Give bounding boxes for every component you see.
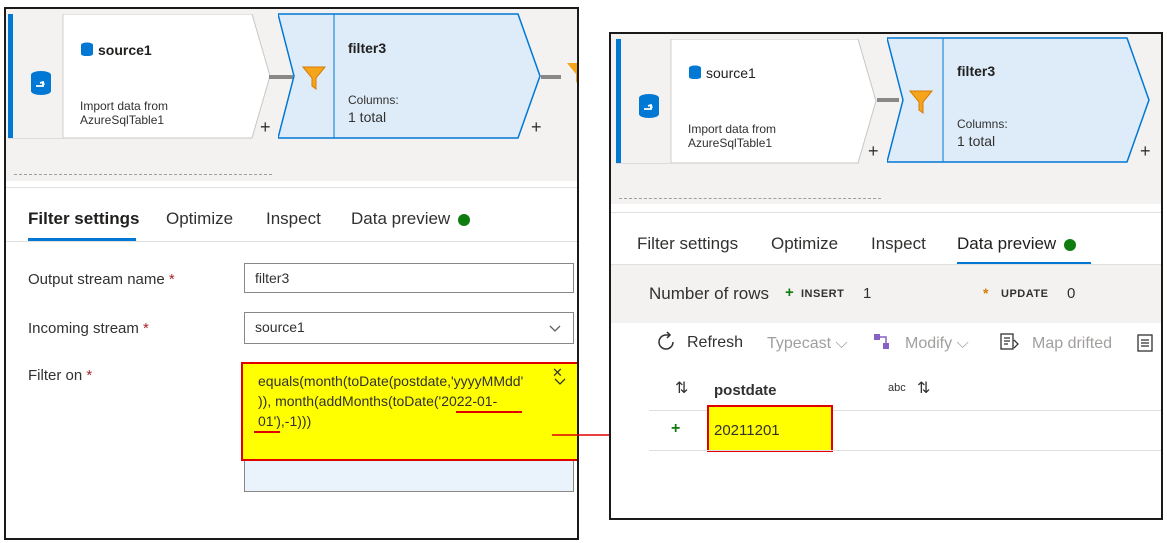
map-drifted-button[interactable]: Map drifted: [1032, 335, 1112, 353]
add-after-source-button[interactable]: +: [260, 117, 271, 138]
modify-icon: [873, 333, 891, 356]
tab-data-preview-label: Data preview: [957, 234, 1057, 253]
tab-optimize[interactable]: Optimize: [166, 209, 233, 229]
source1-node[interactable]: source1 Import data from AzureSqlTable1: [616, 39, 878, 164]
filter-node-columns-value: 1 total: [348, 109, 387, 125]
insert-count: 1: [863, 285, 872, 302]
source-node-desc-2: AzureSqlTable1: [688, 136, 773, 150]
tab-filter-settings[interactable]: Filter settings: [28, 209, 139, 229]
column-type-badge: abc: [888, 382, 906, 394]
connector-line-2: [541, 75, 561, 79]
source-node-desc-1: Import data from: [80, 99, 169, 113]
typecast-button[interactable]: Typecast ⌵: [767, 335, 848, 353]
required-mark: *: [143, 320, 149, 337]
update-count: 0: [1067, 285, 1076, 302]
right-panel: source1 Import data from AzureSqlTable1 …: [609, 32, 1163, 520]
red-underline-day: [254, 431, 280, 433]
tab-data-preview-label: Data preview: [351, 209, 451, 228]
output-stream-input[interactable]: filter3: [244, 263, 574, 293]
database-icon: [30, 70, 52, 101]
update-asterisk-icon: *: [983, 285, 989, 301]
source1-node[interactable]: source1 Import data from AzureSqlTable1: [8, 14, 271, 139]
modify-label: Modify: [905, 335, 953, 352]
incoming-stream-value: source1: [255, 319, 305, 335]
output-stream-label-text: Output stream name: [28, 271, 165, 288]
more-columns-icon[interactable]: [1137, 334, 1153, 357]
insert-plus-icon: +: [785, 284, 794, 301]
filter-node-columns-label: Columns:: [957, 117, 1008, 131]
incoming-stream-select[interactable]: source1: [244, 312, 574, 344]
canvas-divider: [14, 174, 272, 175]
chevron-down-icon: [549, 321, 561, 337]
required-mark: *: [168, 271, 175, 288]
status-dot-icon: [1064, 238, 1077, 251]
filter-node-title: filter3: [348, 40, 387, 56]
column-sort-icon[interactable]: ⇅: [917, 378, 930, 398]
incoming-stream-label: Incoming stream *: [28, 320, 149, 337]
filter3-node[interactable]: filter3 Columns: 1 total: [278, 13, 546, 139]
expression-text[interactable]: equals(month(toDate(postdate,'yyyyMMdd' …: [258, 371, 558, 431]
map-drifted-icon: [999, 332, 1019, 357]
funnel-icon: [301, 65, 327, 96]
status-dot-icon: [458, 213, 471, 226]
modify-button[interactable]: Modify ⌵: [905, 335, 969, 353]
incoming-stream-label-text: Incoming stream: [28, 320, 139, 337]
chevron-down-icon: ⌵: [835, 335, 848, 352]
left-panel: source1 Import data from AzureSqlTable1 …: [4, 7, 579, 540]
tabs-separator: [6, 241, 577, 242]
column-header-postdate[interactable]: postdate: [714, 382, 777, 399]
source-node-title: source1: [98, 42, 152, 58]
expression-line-2: )), month(addMonths(toDate('2022-01-: [258, 393, 498, 409]
required-mark: *: [86, 367, 93, 384]
insert-label: INSERT: [801, 288, 845, 300]
red-underline-date: [456, 411, 522, 413]
database-icon: [638, 93, 660, 124]
tab-inspect[interactable]: Inspect: [266, 209, 321, 229]
filter3-node[interactable]: filter3 Columns: 1 total: [887, 37, 1155, 163]
row-insert-plus-icon: +: [671, 420, 681, 437]
add-after-source-button[interactable]: +: [868, 141, 879, 162]
sql-icon: [688, 65, 702, 84]
tab-optimize[interactable]: Optimize: [771, 234, 838, 254]
expression-line-1: equals(month(toDate(postdate,'yyyyMMdd': [258, 373, 524, 389]
tab-filter-settings[interactable]: Filter settings: [637, 234, 738, 254]
source-node-desc-1: Import data from: [688, 122, 777, 136]
number-of-rows-label: Number of rows: [649, 284, 769, 303]
filter-node-columns-value: 1 total: [957, 133, 996, 149]
panel-separator: [6, 187, 577, 188]
refresh-icon[interactable]: [655, 331, 677, 358]
filter-on-label: Filter on *: [28, 367, 92, 384]
tab-inspect[interactable]: Inspect: [871, 234, 926, 254]
filter-node-title: filter3: [957, 63, 996, 79]
expression-line-3: 01'),-1))): [258, 413, 312, 429]
next-node-funnel-icon: [566, 61, 577, 92]
source-node-title: source1: [706, 65, 756, 81]
typecast-label: Typecast: [767, 335, 832, 352]
funnel-icon: [908, 89, 934, 120]
filter-on-label-text: Filter on: [28, 367, 83, 384]
row-separator: [649, 450, 1161, 451]
filter-node-columns-label: Columns:: [348, 93, 399, 107]
collapse-chevron-icon[interactable]: [554, 373, 566, 391]
add-after-filter-button[interactable]: +: [531, 117, 542, 138]
sort-icon[interactable]: ⇅: [675, 378, 688, 398]
refresh-button[interactable]: Refresh: [687, 334, 743, 352]
canvas-divider: [619, 198, 881, 199]
chevron-down-icon: ⌵: [956, 335, 969, 352]
update-label: UPDATE: [1001, 288, 1049, 300]
source-node-desc-2: AzureSqlTable1: [80, 113, 165, 127]
panel-separator: [611, 212, 1161, 213]
table-cell-postdate[interactable]: 20211201: [714, 422, 780, 439]
sql-icon: [80, 42, 94, 61]
tab-data-preview[interactable]: Data preview: [957, 234, 1077, 254]
tab-data-preview[interactable]: Data preview: [351, 209, 471, 229]
add-after-filter-button[interactable]: +: [1140, 141, 1151, 162]
output-stream-label: Output stream name *: [28, 271, 175, 288]
